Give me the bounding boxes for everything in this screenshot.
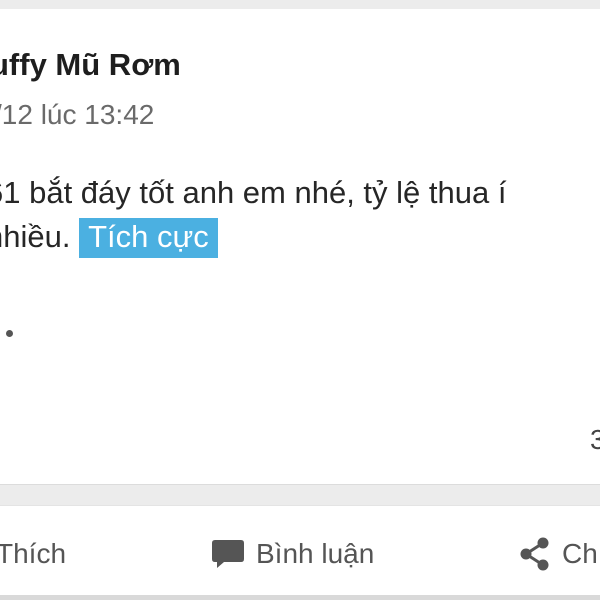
bottom-divider <box>0 595 600 600</box>
more-dot-icon[interactable] <box>6 330 13 337</box>
post-text-line-2: nhiều. Tích cực <box>0 215 600 259</box>
comment-label: Bình luận <box>256 538 375 569</box>
share-button[interactable]: Ch <box>516 534 598 574</box>
post-card: uffy Mũ Rơm /12 lúc 13:42 61 bắt đáy tốt… <box>0 9 600 485</box>
share-label: Ch <box>562 538 598 569</box>
speech-bubble-icon <box>210 536 246 572</box>
share-icon <box>516 536 552 572</box>
reaction-count[interactable]: 3 <box>590 424 600 456</box>
post-text-line-1: 61 bắt đáy tốt anh em nhé, tỷ lệ thua í <box>0 175 507 210</box>
post-body: 61 bắt đáy tốt anh em nhé, tỷ lệ thua í … <box>0 171 600 259</box>
comment-button[interactable]: Bình luận <box>210 534 374 574</box>
like-button[interactable]: Thích <box>0 534 66 574</box>
post-action-bar: Thích Bình luận Ch <box>0 505 600 595</box>
sentiment-tag: Tích cực <box>79 218 218 258</box>
post-timestamp[interactable]: /12 lúc 13:42 <box>0 99 154 131</box>
post-text-line-2-prefix: nhiều. <box>0 219 71 254</box>
like-label: Thích <box>0 538 67 569</box>
author-name[interactable]: uffy Mũ Rơm <box>0 47 181 83</box>
